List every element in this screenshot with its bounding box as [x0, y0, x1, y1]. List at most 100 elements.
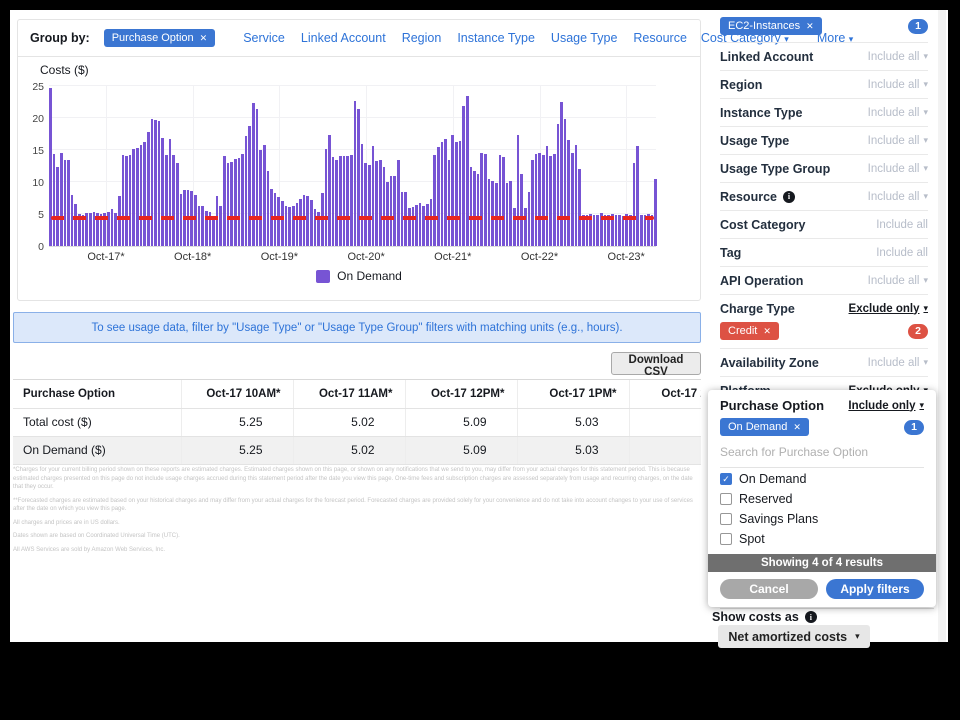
cost-bar[interactable]	[325, 149, 328, 246]
cost-bar[interactable]	[328, 135, 331, 246]
cost-bar[interactable]	[560, 102, 563, 246]
cost-bar[interactable]	[488, 179, 491, 246]
cost-bar[interactable]	[67, 160, 70, 246]
cost-bar[interactable]	[622, 216, 625, 246]
cost-bar[interactable]	[285, 206, 288, 246]
cost-bar[interactable]	[343, 156, 346, 246]
groupby-link-instance-type[interactable]: Instance Type	[457, 31, 535, 45]
remove-chip-icon[interactable]: ✕	[763, 326, 771, 337]
cost-bar[interactable]	[74, 204, 77, 246]
cost-bar[interactable]	[364, 163, 367, 246]
cost-bar[interactable]	[303, 195, 306, 246]
cost-bar[interactable]	[259, 150, 262, 246]
groupby-link-resource[interactable]: Resource	[633, 31, 687, 45]
cost-bar[interactable]	[390, 176, 393, 246]
cost-bar[interactable]	[154, 120, 157, 246]
cost-bar[interactable]	[350, 155, 353, 246]
cost-bar[interactable]	[441, 142, 444, 246]
cost-bar[interactable]	[64, 160, 67, 246]
cost-bar[interactable]	[412, 207, 415, 246]
cost-bar[interactable]	[379, 160, 382, 246]
cost-bar[interactable]	[644, 215, 647, 246]
filter-value-dropdown[interactable]: Include all▾	[868, 51, 928, 63]
cost-bar[interactable]	[419, 203, 422, 246]
groupby-link-linked-account[interactable]: Linked Account	[301, 31, 386, 45]
cost-bar[interactable]	[49, 88, 52, 246]
cost-bar[interactable]	[520, 174, 523, 246]
cost-bar[interactable]	[538, 153, 541, 246]
cost-bar[interactable]	[502, 157, 505, 246]
filter-value-dropdown[interactable]: Include all▾	[868, 79, 928, 91]
cost-bar[interactable]	[252, 103, 255, 246]
cost-bar[interactable]	[567, 140, 570, 246]
checkbox-unchecked[interactable]	[720, 493, 732, 505]
cost-bar[interactable]	[346, 156, 349, 246]
cost-bar[interactable]	[357, 109, 360, 246]
cost-bar[interactable]	[288, 207, 291, 246]
cost-bar[interactable]	[546, 146, 549, 246]
cost-bar[interactable]	[557, 124, 560, 246]
cost-bar[interactable]	[158, 121, 161, 246]
cost-bar[interactable]	[161, 138, 164, 246]
cost-bar[interactable]	[172, 155, 175, 246]
cost-bar[interactable]	[470, 167, 473, 246]
cost-bar[interactable]	[629, 215, 632, 246]
cost-bar[interactable]	[111, 209, 114, 246]
groupby-link-region[interactable]: Region	[402, 31, 442, 45]
cost-bar[interactable]	[422, 206, 425, 246]
cost-bar[interactable]	[553, 154, 556, 246]
filter-value-dropdown[interactable]: Include all▾	[868, 357, 928, 369]
cost-bar[interactable]	[437, 147, 440, 246]
remove-chip-icon[interactable]: ✕	[806, 21, 814, 32]
cost-bar[interactable]	[375, 161, 378, 246]
cost-bar[interactable]	[495, 183, 498, 246]
cancel-button[interactable]: Cancel	[720, 579, 818, 599]
column-header-oct-17-10am[interactable]: Oct-17 10AM*	[181, 380, 293, 408]
cost-bar[interactable]	[194, 195, 197, 246]
cost-bar[interactable]	[267, 171, 270, 246]
cost-bar[interactable]	[339, 156, 342, 246]
include-only-dropdown[interactable]: Include only▾	[848, 400, 924, 412]
cost-bar[interactable]	[56, 167, 59, 246]
cost-bar[interactable]	[165, 155, 168, 247]
cost-bar[interactable]	[604, 215, 607, 246]
cost-bar[interactable]	[335, 160, 338, 246]
cost-bar[interactable]	[122, 155, 125, 246]
cost-bar[interactable]	[201, 206, 204, 246]
cost-bar[interactable]	[531, 160, 534, 246]
cost-bar[interactable]	[444, 139, 447, 247]
cost-bar[interactable]	[372, 146, 375, 247]
cost-bar[interactable]	[408, 208, 411, 246]
cost-bar[interactable]	[118, 196, 121, 246]
cost-bar[interactable]	[277, 197, 280, 246]
purchase-option-spot[interactable]: Spot	[720, 530, 924, 548]
cost-bar[interactable]	[60, 153, 63, 246]
filter-chip-credit[interactable]: Credit✕	[720, 322, 779, 340]
cost-bar[interactable]	[368, 165, 371, 246]
column-header-purchase-option[interactable]: Purchase Option	[13, 380, 181, 408]
checkbox-checked[interactable]: ✓	[720, 473, 732, 485]
cost-bar[interactable]	[147, 132, 150, 246]
filter-value-dropdown[interactable]: Include all▾	[868, 191, 928, 203]
cost-bar[interactable]	[383, 167, 386, 246]
cost-bar[interactable]	[296, 203, 299, 246]
costs-display-dropdown[interactable]: Net amortized costs ▾	[718, 625, 870, 648]
on-demand-chip[interactable]: On Demand ✕	[720, 418, 809, 436]
cost-bar[interactable]	[549, 156, 552, 246]
cost-bar[interactable]	[354, 101, 357, 246]
filter-value-dropdown[interactable]: Include all▾	[868, 107, 928, 119]
info-icon[interactable]: i	[783, 191, 795, 203]
cost-bar[interactable]	[169, 139, 172, 247]
cost-bar[interactable]	[176, 163, 179, 246]
cost-bar[interactable]	[132, 149, 135, 246]
cost-bar[interactable]	[455, 142, 458, 246]
cost-bar[interactable]	[466, 96, 469, 246]
cost-bar[interactable]	[314, 209, 317, 246]
cost-bar[interactable]	[654, 179, 657, 246]
groupby-chip-purchase-option[interactable]: Purchase Option ✕	[104, 29, 215, 47]
cost-bar[interactable]	[448, 160, 451, 246]
cost-bar[interactable]	[542, 155, 545, 247]
cost-bar[interactable]	[575, 145, 578, 246]
column-header-oct-17-11am[interactable]: Oct-17 11AM*	[293, 380, 405, 408]
cost-bar[interactable]	[571, 153, 574, 246]
